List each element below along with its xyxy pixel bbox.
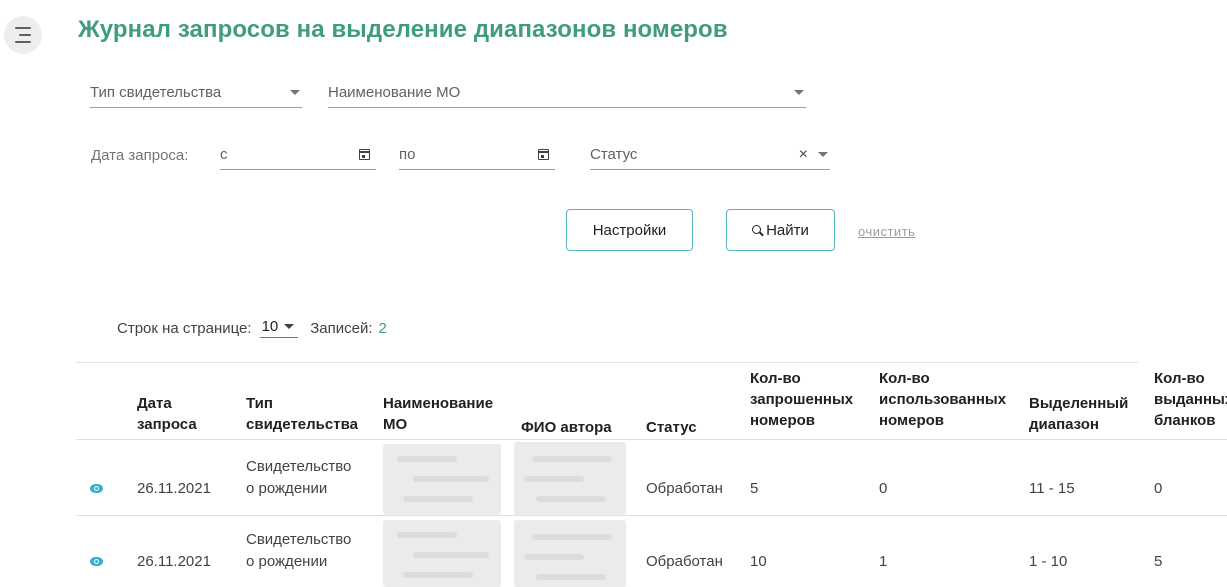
blurred-mo-name: [383, 444, 501, 515]
search-icon: [752, 224, 762, 234]
header-requested[interactable]: Кол-во запрошенных номеров: [750, 368, 853, 431]
header-divider: [76, 439, 1227, 440]
blurred-author-name: [514, 520, 626, 587]
eye-icon[interactable]: [90, 557, 103, 566]
header-requested-line3: номеров: [750, 412, 816, 429]
cell-type-line1: Свидетельство: [246, 458, 352, 475]
close-icon[interactable]: ×: [799, 146, 808, 164]
header-range-line2: диапазон: [1029, 416, 1099, 433]
request-date-label: Дата запроса:: [91, 147, 189, 164]
blurred-mo-name: [383, 520, 501, 587]
pagination-bar: Строк на странице: 10 Записей: 2: [117, 318, 387, 338]
header-status-line1: Статус: [646, 419, 697, 436]
header-type[interactable]: Тип свидетельства: [246, 393, 358, 435]
menu-icon[interactable]: [4, 16, 42, 54]
row-divider: [76, 515, 1227, 516]
cell-requested: 5: [750, 480, 759, 497]
cell-type: Свидетельство о рождении: [246, 456, 351, 500]
date-from-field[interactable]: с: [220, 140, 376, 170]
header-issued[interactable]: Кол-во выданных бланков: [1154, 368, 1227, 431]
cell-type-line2: о рождении: [246, 553, 328, 570]
header-requested-line2: запрошенных: [750, 391, 854, 408]
cert-type-select[interactable]: Тип свидетельства: [90, 78, 302, 108]
cell-date: 26.11.2021: [137, 553, 211, 570]
records-label: Записей:: [310, 319, 373, 337]
header-used-line3: номеров: [879, 412, 945, 429]
page-title: Журнал запросов на выделение диапазонов …: [78, 16, 728, 43]
header-range-line1: Выделенный: [1029, 395, 1129, 412]
header-author-line1: ФИО автора: [521, 419, 612, 436]
header-requested-line1: Кол-во: [750, 370, 801, 387]
header-author[interactable]: ФИО автора: [521, 417, 612, 438]
records-count: 2: [378, 319, 387, 337]
header-issued-line3: бланков: [1154, 412, 1216, 429]
header-mo-line2: МО: [383, 416, 408, 433]
calendar-icon[interactable]: [359, 149, 370, 160]
chevron-down-icon: [290, 90, 300, 95]
rows-per-page-select[interactable]: 10: [259, 318, 299, 338]
cell-issued: 0: [1154, 480, 1163, 497]
mo-name-select[interactable]: Наименование МО: [328, 78, 806, 108]
blurred-author-name: [514, 442, 626, 515]
cell-type-line2: о рождении: [246, 480, 328, 497]
rows-per-page-value: 10: [261, 318, 279, 335]
cell-used: 0: [879, 480, 888, 497]
find-button[interactable]: Найти: [726, 209, 835, 251]
header-used-line2: использованных: [879, 391, 1007, 408]
header-range[interactable]: Выделенный диапазон: [1029, 393, 1128, 435]
status-select[interactable]: Статус ×: [590, 140, 830, 170]
status-label: Статус: [590, 146, 638, 163]
cell-date: 26.11.2021: [137, 480, 211, 497]
rows-per-page-label: Строк на странице:: [117, 319, 252, 337]
settings-button-label: Настройки: [592, 221, 667, 239]
cell-requested: 10: [750, 553, 767, 570]
header-issued-line1: Кол-во: [1154, 370, 1205, 387]
table-top-divider: [76, 362, 1138, 363]
header-issued-line2: выданных: [1154, 391, 1227, 408]
header-date-line2: запроса: [137, 416, 197, 433]
header-mo[interactable]: Наименование МО: [383, 393, 493, 435]
header-status[interactable]: Статус: [646, 417, 697, 438]
header-type-line2: свидетельства: [246, 416, 358, 433]
cell-range: 11 - 15: [1029, 480, 1075, 497]
cell-used: 1: [879, 553, 888, 570]
settings-button[interactable]: Настройки: [566, 209, 693, 251]
header-used-line1: Кол-во: [879, 370, 930, 387]
header-used[interactable]: Кол-во использованных номеров: [879, 368, 1006, 431]
date-to-label: по: [399, 146, 416, 163]
mo-name-label: Наименование МО: [328, 84, 461, 101]
cert-type-label: Тип свидетельства: [90, 84, 222, 101]
eye-icon[interactable]: [90, 484, 103, 493]
chevron-down-icon: [794, 90, 804, 95]
cell-range: 1 - 10: [1029, 553, 1068, 570]
date-to-field[interactable]: по: [399, 140, 555, 170]
calendar-icon[interactable]: [538, 149, 549, 160]
find-button-label: Найти: [766, 221, 809, 239]
chevron-down-icon: [284, 324, 295, 329]
date-from-label: с: [220, 146, 228, 163]
cell-status: Обработан: [646, 553, 723, 570]
cell-issued: 5: [1154, 553, 1163, 570]
cell-status: Обработан: [646, 480, 723, 497]
cell-type-line1: Свидетельство: [246, 531, 352, 548]
header-mo-line1: Наименование: [383, 395, 494, 412]
header-date[interactable]: Дата запроса: [137, 393, 197, 435]
chevron-down-icon: [818, 152, 828, 157]
cell-type: Свидетельство о рождении: [246, 529, 351, 573]
clear-link[interactable]: очистить: [858, 224, 915, 239]
header-type-line1: Тип: [246, 395, 273, 412]
header-date-line1: Дата: [137, 395, 172, 412]
